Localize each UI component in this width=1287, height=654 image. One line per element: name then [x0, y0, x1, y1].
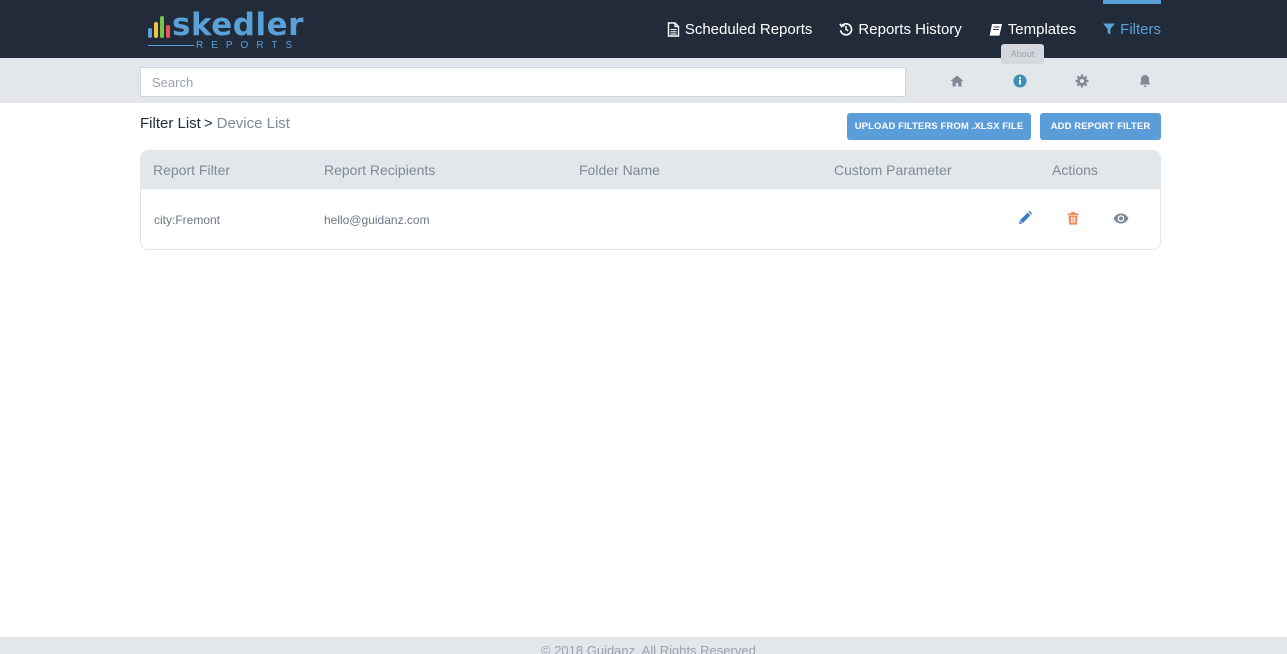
file-icon	[667, 21, 680, 37]
table-header: Report Filter Report Recipients Folder N…	[141, 151, 1160, 189]
footer-copyright: © 2018 Guidanz. All Rights Reserved	[541, 643, 756, 654]
breadcrumb-device-list: Device List	[216, 115, 290, 132]
breadcrumb: Filter List > Device List	[140, 114, 290, 134]
header-report-recipients: Report Recipients	[324, 162, 436, 178]
nav-label: Templates	[1007, 20, 1077, 38]
home-icon[interactable]	[949, 73, 965, 89]
header-custom-parameter: Custom Parameter	[834, 162, 952, 178]
top-navbar: skedler REPORTS Scheduled Reports Report…	[0, 0, 1287, 58]
gear-icon[interactable]	[1074, 73, 1090, 89]
logo-bars-icon	[148, 16, 170, 38]
trash-icon[interactable]	[1065, 210, 1081, 226]
table-row: city:Fremont hello@guidanz.com	[141, 189, 1160, 249]
nav-filters[interactable]: Filters	[1103, 0, 1161, 58]
about-tooltip: About	[1001, 44, 1044, 64]
logo-word: skedler	[172, 7, 304, 43]
eye-icon[interactable]	[1113, 210, 1129, 226]
nav-label: Scheduled Reports	[684, 20, 813, 38]
header-report-filter: Report Filter	[153, 162, 231, 178]
toolbar: About	[0, 44, 1287, 103]
info-icon[interactable]	[1012, 73, 1028, 89]
nav-reports-history[interactable]: Reports History	[839, 0, 962, 58]
edit-icon[interactable]	[1017, 210, 1033, 226]
upload-filters-button[interactable]: UPLOAD FILTERS FROM .XLSX FILE	[847, 113, 1031, 140]
bell-icon[interactable]	[1137, 73, 1153, 89]
filter-icon	[1103, 23, 1116, 35]
filters-table: Report Filter Report Recipients Folder N…	[140, 150, 1161, 250]
logo-sub: REPORTS	[196, 40, 301, 51]
cell-report-recipients: hello@guidanz.com	[324, 213, 430, 227]
history-icon	[839, 22, 853, 36]
footer: © 2018 Guidanz. All Rights Reserved	[0, 637, 1287, 654]
nav-label: Filters	[1120, 20, 1161, 38]
logo-underline	[148, 45, 194, 46]
skedler-logo[interactable]: skedler REPORTS	[146, 7, 306, 52]
nav-label: Reports History	[858, 20, 962, 38]
main-nav: Scheduled Reports Reports History Templa…	[640, 0, 1161, 58]
cell-report-filter: city:Fremont	[154, 213, 221, 227]
breadcrumb-separator: >	[203, 115, 213, 132]
book-icon	[989, 23, 1002, 36]
nav-scheduled-reports[interactable]: Scheduled Reports	[667, 0, 813, 58]
header-folder-name: Folder Name	[579, 162, 660, 178]
breadcrumb-filter-list[interactable]: Filter List	[140, 115, 201, 132]
add-report-filter-button[interactable]: ADD REPORT FILTER	[1040, 113, 1161, 140]
header-actions: Actions	[1052, 162, 1098, 178]
search-input[interactable]	[140, 67, 906, 97]
